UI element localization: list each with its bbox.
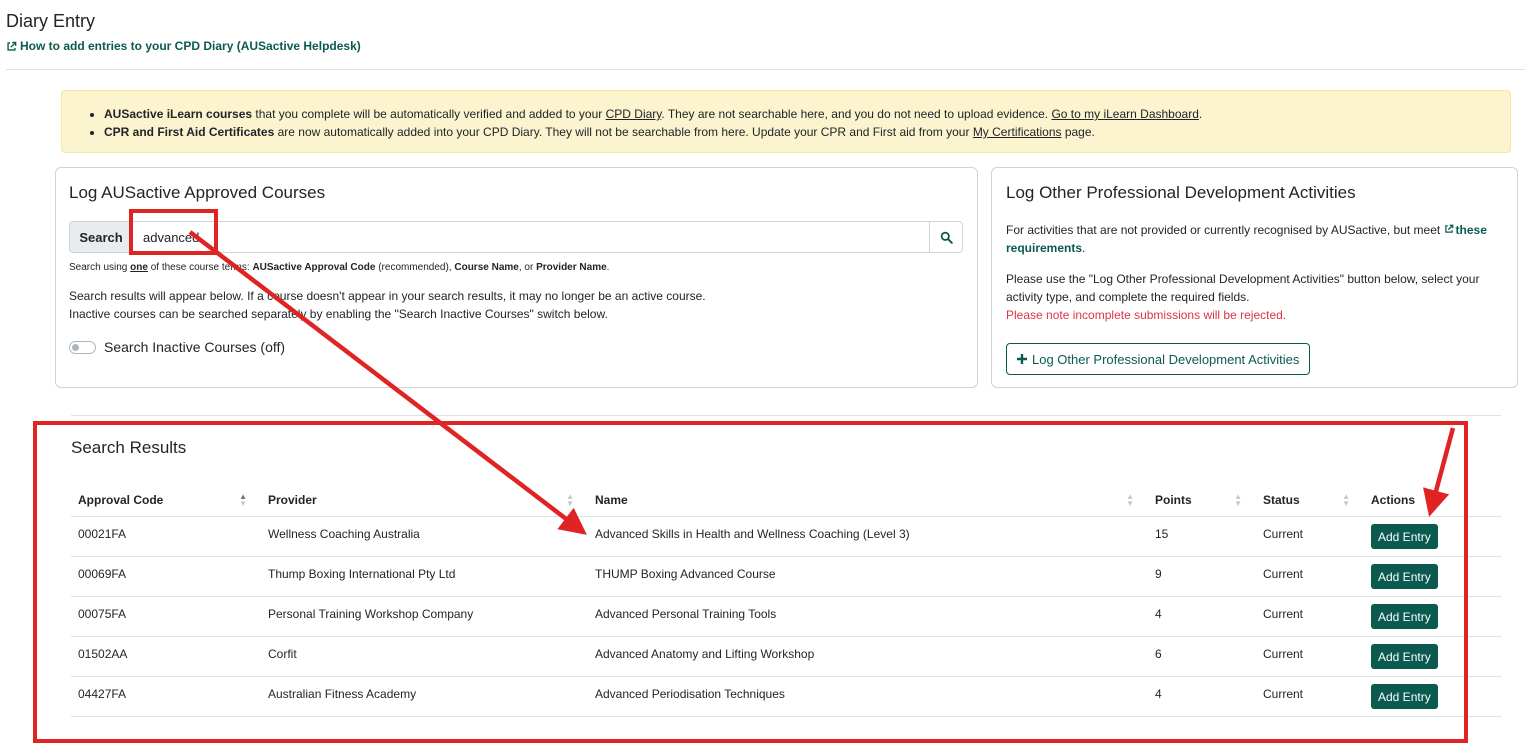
hint-text: of these course terms: (147, 262, 253, 273)
search-button[interactable] (930, 221, 963, 253)
search-results-highlight-box (33, 421, 1468, 743)
desc-text: . (1082, 241, 1086, 255)
info-notice: AUSactive iLearn courses that you comple… (61, 90, 1511, 153)
hint-one: one (130, 262, 148, 273)
search-label: Search (69, 221, 132, 253)
approved-courses-card: Log AUSactive Approved Courses Search Se… (55, 167, 978, 388)
hint-text: Search using (69, 262, 131, 273)
my-certifications-link[interactable]: My Certifications (973, 125, 1062, 139)
search-hint: Search using one of these course terms: … (69, 262, 609, 273)
hint-term: Course Name (454, 262, 519, 273)
approved-courses-title: Log AUSactive Approved Courses (69, 183, 326, 202)
external-link-icon (7, 41, 17, 51)
search-info-line-1: Search results will appear below. If a c… (69, 289, 706, 303)
notice-item-cpr: CPR and First Aid Certificates are now a… (104, 123, 1202, 141)
notice-text: are now automatically added into your CP… (274, 125, 973, 139)
results-divider (71, 415, 1501, 416)
inactive-courses-label: Search Inactive Courses (off) (104, 339, 286, 355)
helpdesk-link[interactable]: How to add entries to your CPD Diary (AU… (6, 39, 361, 53)
hint-term: Provider Name (536, 262, 607, 273)
notice-text: . They are not searchable here, and you … (661, 107, 1052, 121)
other-activities-card: Log Other Professional Development Activ… (991, 167, 1518, 388)
notice-bold: AUSactive iLearn courses (104, 107, 253, 121)
header-divider (6, 69, 1525, 70)
switch-knob (72, 343, 79, 351)
page-title: Diary Entry (6, 11, 96, 31)
search-icon (940, 231, 953, 244)
search-input[interactable] (132, 221, 930, 253)
hint-text: (recommended), (375, 262, 455, 273)
cpd-diary-link[interactable]: CPD Diary (606, 107, 662, 121)
other-activities-instructions: Please use the "Log Other Professional D… (1006, 270, 1506, 324)
other-activities-title: Log Other Professional Development Activ… (1006, 183, 1356, 202)
ilearn-dashboard-link[interactable]: Go to my iLearn Dashboard (1051, 107, 1198, 121)
notice-text: page. (1061, 125, 1095, 139)
search-input-highlight-box (129, 209, 218, 255)
desc-text: For activities that are not provided or … (1006, 223, 1444, 237)
notice-text: . (1198, 107, 1203, 121)
inactive-toggle-row[interactable]: Search Inactive Courses (off) (69, 339, 285, 355)
other-activities-desc: For activities that are not provided or … (1006, 221, 1506, 257)
search-info-line-2: Inactive courses can be searched separat… (69, 307, 608, 321)
external-link-icon (1444, 224, 1453, 233)
rejection-warning: Please note incomplete submissions will … (1006, 308, 1287, 322)
log-other-activities-label: Log Other Professional Development Activ… (1032, 351, 1300, 367)
inactive-courses-switch[interactable] (69, 340, 96, 354)
instructions-text: Please use the "Log Other Professional D… (1006, 272, 1480, 304)
hint-term: AUSactive Approval Code (252, 262, 376, 273)
helpdesk-link-label: How to add entries to your CPD Diary (AU… (20, 39, 361, 53)
hint-text: , or (518, 262, 537, 273)
notice-text: that you complete will be automatically … (252, 107, 606, 121)
notice-item-ilearn: AUSactive iLearn courses that you comple… (104, 105, 1202, 123)
log-other-activities-button[interactable]: Log Other Professional Development Activ… (1006, 343, 1311, 375)
notice-bold: CPR and First Aid Certificates (104, 125, 275, 139)
plus-icon (1017, 354, 1027, 364)
hint-text: . (606, 262, 610, 273)
